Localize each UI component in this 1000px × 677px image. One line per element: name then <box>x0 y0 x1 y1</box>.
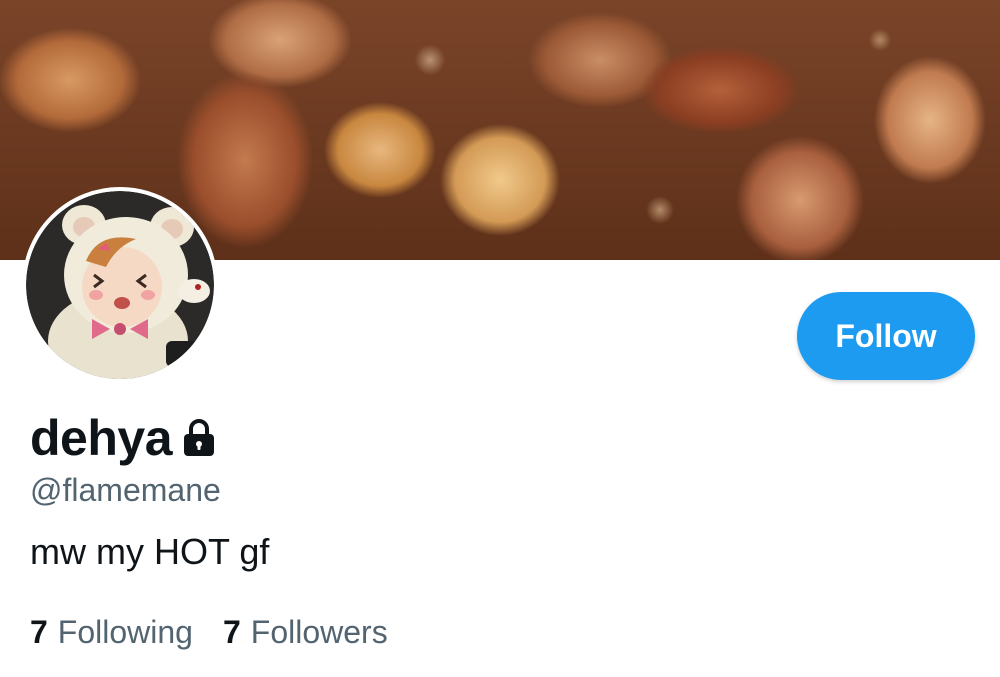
avatar-image <box>26 191 214 379</box>
followers-link[interactable]: 7 Followers <box>223 612 388 652</box>
display-name: dehya <box>30 410 173 466</box>
following-link[interactable]: 7 Following <box>30 612 193 652</box>
avatar[interactable] <box>22 187 218 383</box>
following-label: Following <box>57 614 193 650</box>
user-handle: @flamemane <box>30 472 221 508</box>
profile-bio: mw my HOT gf <box>30 531 270 572</box>
followers-count: 7 <box>222 614 241 650</box>
profile-name-row: dehya <box>30 408 218 468</box>
lock-icon <box>180 418 218 458</box>
follow-button[interactable]: Follow <box>797 292 975 380</box>
followers-label: Followers <box>250 614 388 650</box>
following-count: 7 <box>30 614 48 650</box>
profile-stats: 7 Following 7 Followers <box>30 612 388 652</box>
